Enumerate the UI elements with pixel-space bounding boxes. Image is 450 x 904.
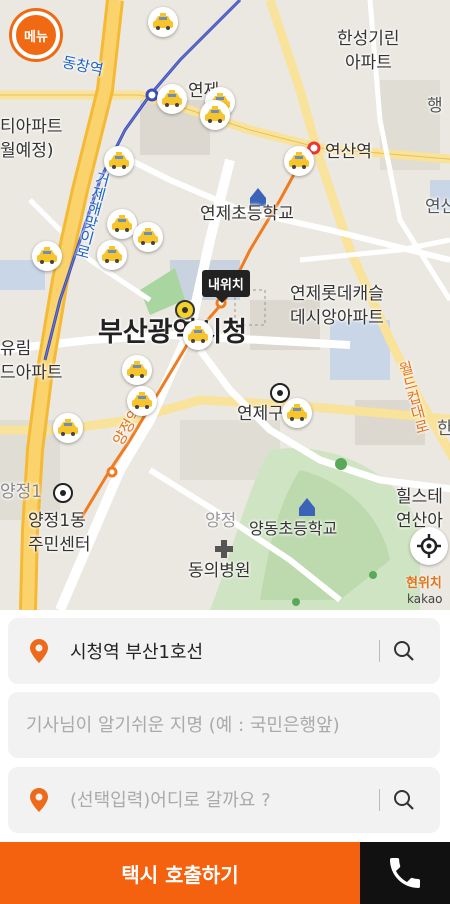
label-community-center: 주민센터 (28, 535, 91, 555)
menu-button[interactable]: 메뉴 (12, 11, 60, 59)
label-desiang-apt: 데시앙아파트 (290, 308, 384, 328)
map-view[interactable]: 부산광역시청 연산역 연제초등학교 연제롯데캐슬 데시앙아파트 한성기린 아파트… (0, 0, 450, 610)
label-hanseong-kirin: 한성기린 (337, 29, 400, 49)
taxi-icon[interactable] (127, 386, 157, 416)
label-han: 한 (437, 419, 450, 439)
search-icon[interactable] (392, 788, 416, 812)
phone-icon (390, 858, 420, 888)
label-yeonje-lotte-castle: 연제롯데캐슬 (290, 284, 384, 304)
search-icon[interactable] (392, 639, 416, 663)
taxi-icon[interactable] (284, 146, 314, 176)
taxi-icon[interactable] (133, 222, 163, 252)
taxi-icon[interactable] (183, 320, 213, 350)
label-yangjeong-mid: 양정 (205, 511, 237, 531)
current-location-label: 현위치 (406, 576, 442, 591)
label-yeonsan-station: 연산역 (325, 142, 372, 162)
location-pin-icon (30, 788, 48, 812)
label-planned: 월예정) (0, 141, 54, 161)
crosshair-icon (417, 534, 441, 558)
taxi-icon[interactable] (282, 398, 312, 428)
destination-input[interactable] (48, 789, 379, 811)
my-location-tag: 내위치 (202, 270, 250, 303)
taxi-icon[interactable] (53, 413, 83, 443)
label-apt: 아파트 (345, 53, 392, 73)
landmark-input[interactable] (8, 714, 440, 736)
label-dongui-hospital: 동의병원 (188, 561, 251, 581)
label-yangjeong1: 양정1동 (28, 511, 86, 531)
taxi-icon[interactable] (122, 355, 152, 385)
label-yurim: 유림 (0, 339, 32, 359)
taxi-request-form: 시청역 부산1호선 (0, 610, 450, 842)
label-hills: 힐스테 (396, 487, 443, 507)
label-yeonsan-r: 연산 (425, 197, 450, 217)
divider (379, 789, 380, 811)
kakao-attribution: kakao (407, 592, 443, 606)
landmark-field[interactable] (8, 692, 440, 758)
label-haeng: 행 (427, 96, 443, 116)
origin-value[interactable]: 시청역 부산1호선 (48, 638, 379, 664)
destination-field[interactable] (8, 767, 440, 833)
taxi-icon[interactable] (157, 84, 187, 114)
label-busan-city-hall: 부산광역시청 (98, 317, 248, 348)
label-drim-apt: 드아파트 (0, 363, 63, 383)
label-tia-apt: 티아파트 (0, 117, 63, 137)
label-yangdong-elementary: 양동초등학교 (249, 519, 338, 538)
current-location-button[interactable] (410, 527, 448, 565)
taxi-icon[interactable] (97, 240, 127, 270)
taxi-icon[interactable] (32, 241, 62, 271)
taxi-icon[interactable] (200, 100, 230, 130)
phone-call-button[interactable] (360, 842, 450, 904)
origin-field[interactable]: 시청역 부산1호선 (8, 618, 440, 684)
taxi-icon[interactable] (148, 7, 178, 37)
label-yangjeong-top: 양정1 (0, 482, 43, 502)
label-yeonje-elementary: 연제초등학교 (200, 204, 294, 224)
divider (379, 640, 380, 662)
taxi-icon[interactable] (104, 146, 134, 176)
location-pin-icon (30, 639, 48, 663)
call-taxi-button[interactable]: 택시 호출하기 (0, 842, 360, 904)
